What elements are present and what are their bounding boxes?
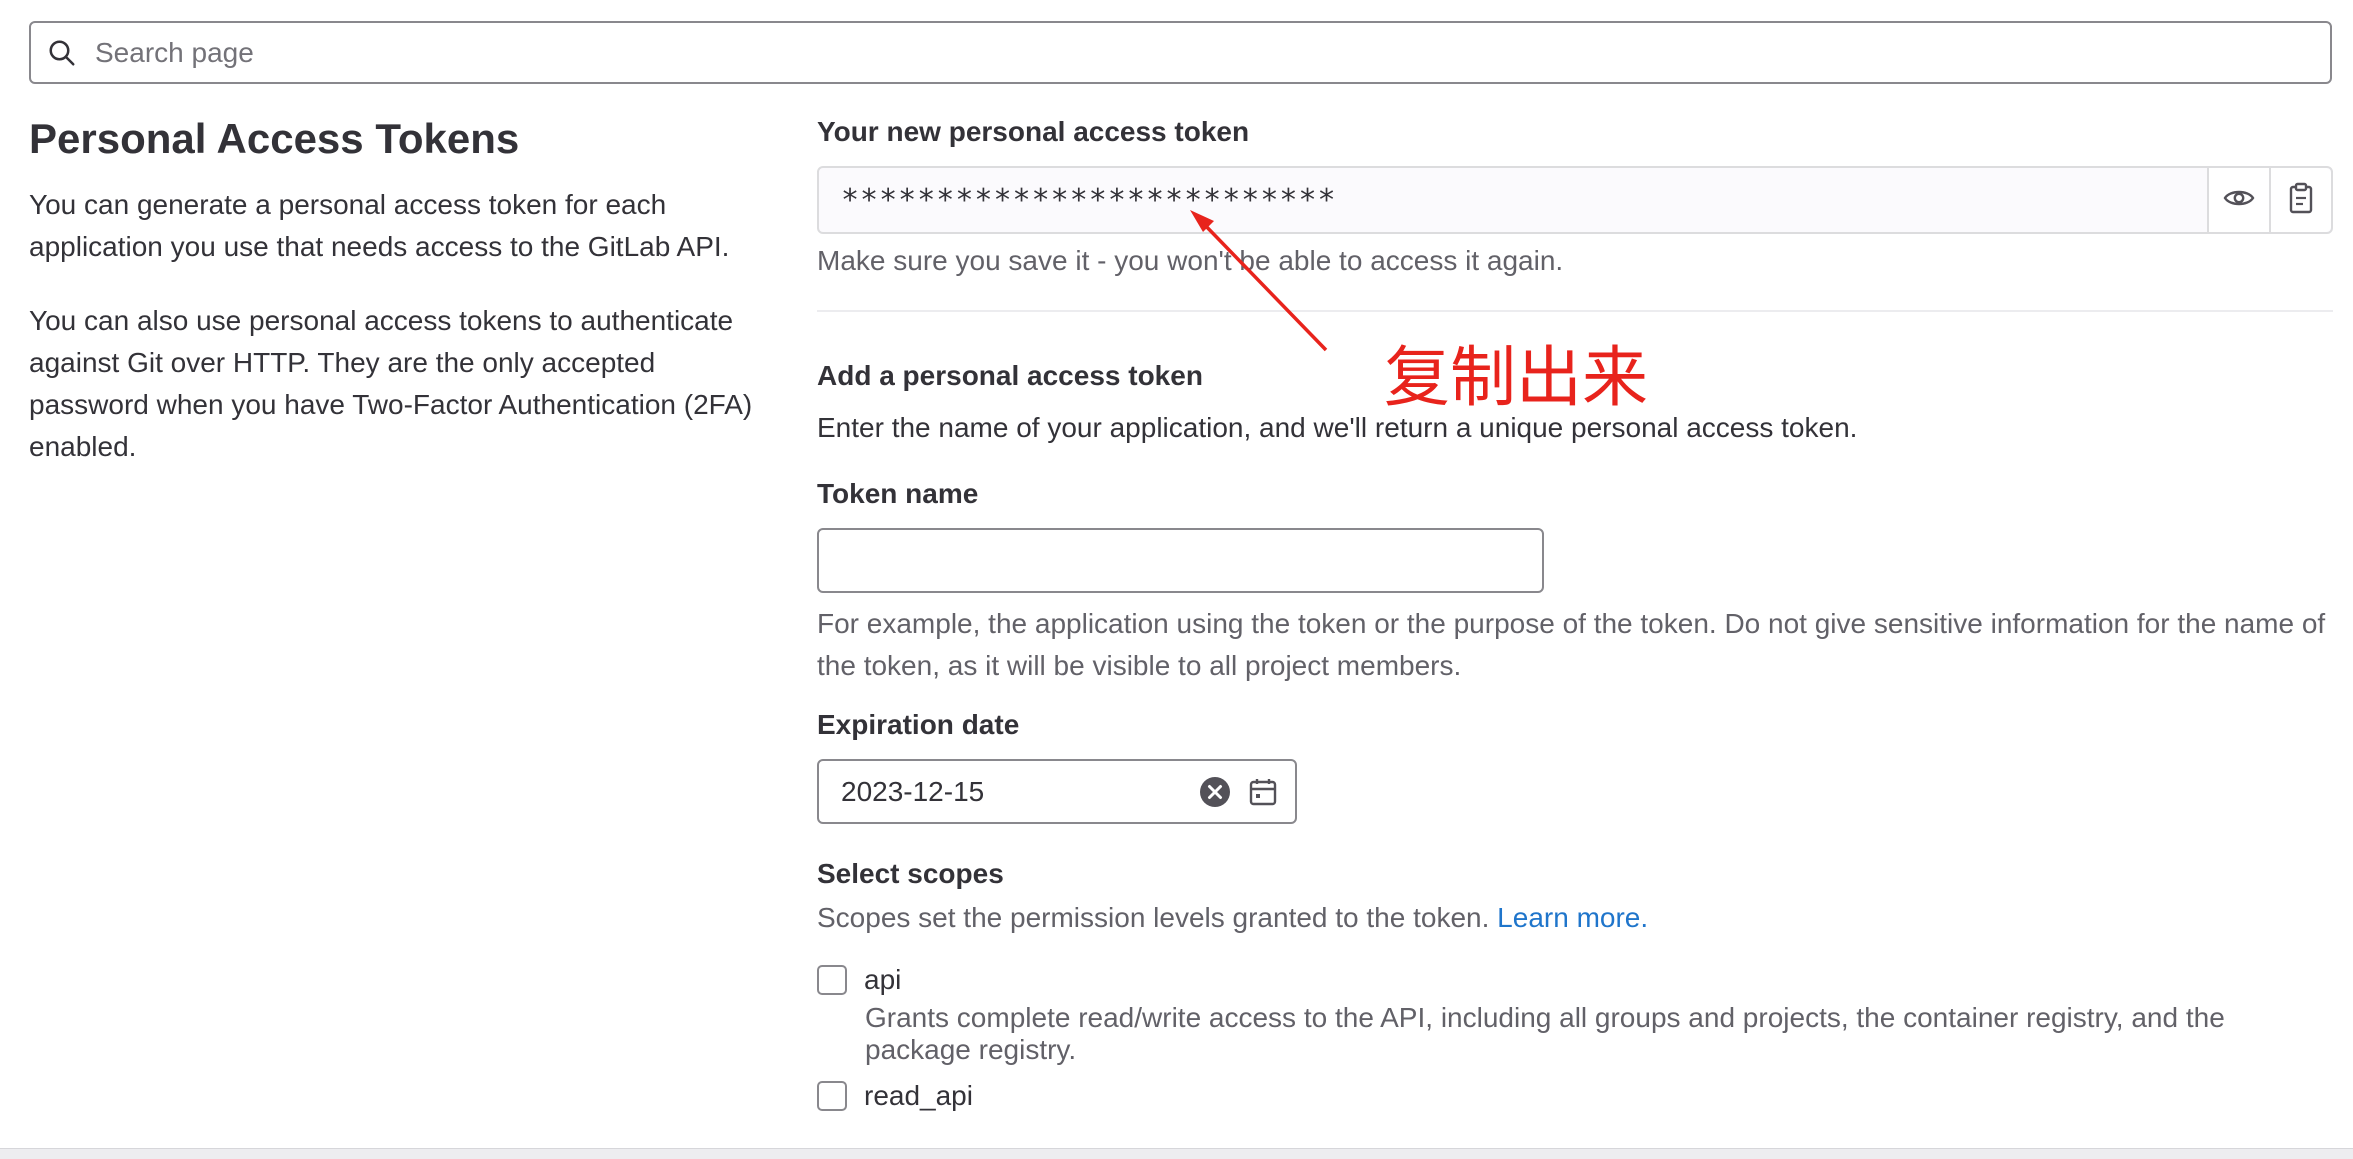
clear-icon[interactable] — [1191, 762, 1239, 822]
search-input[interactable] — [93, 23, 2330, 82]
scope-checkbox[interactable] — [817, 1081, 847, 1111]
new-token-field: ************************** — [817, 166, 2333, 234]
divider — [817, 310, 2333, 312]
auth-paragraph: You can also use personal access tokens … — [29, 305, 753, 463]
search-icon — [31, 23, 93, 82]
annotation-text: 复制出来 — [1384, 339, 1648, 416]
calendar-icon[interactable] — [1239, 762, 1287, 822]
intro-paragraph: You can generate a personal access token… — [29, 189, 730, 263]
bottom-strip — [0, 1148, 2353, 1159]
new-token-value[interactable]: ************************** — [819, 183, 2207, 218]
scope-label[interactable]: api — [864, 964, 901, 996]
scope-label[interactable]: read_api — [864, 1080, 973, 1112]
new-token-help: Make sure you save it - you won't be abl… — [817, 245, 1564, 276]
scope-description: Grants complete read/write access to the… — [865, 1002, 2225, 1065]
copy-token-button[interactable] — [2269, 168, 2331, 232]
scopes-description-text: Scopes set the permission levels granted… — [817, 902, 1490, 933]
token-name-label: Token name — [817, 478, 979, 509]
scope-checkbox[interactable] — [817, 965, 847, 995]
learn-more-link[interactable]: Learn more. — [1497, 902, 1648, 933]
token-name-input[interactable] — [817, 528, 1544, 593]
scope-item[interactable]: read_api — [817, 1080, 2333, 1112]
description-column: Personal Access Tokens You can generate … — [29, 114, 769, 500]
scopes-description: Scopes set the permission levels granted… — [817, 898, 2333, 938]
scopes-heading: Select scopes — [817, 858, 1004, 889]
reveal-token-button[interactable] — [2207, 168, 2269, 232]
page-title: Personal Access Tokens — [29, 115, 520, 162]
new-token-label: Your new personal access token — [817, 116, 1250, 147]
search-bar[interactable] — [29, 21, 2332, 84]
scope-item[interactable]: api — [817, 964, 2333, 996]
token-name-help: For example, the application using the t… — [817, 608, 2326, 681]
clipboard-icon — [2288, 182, 2314, 219]
eye-icon — [2223, 187, 2255, 214]
expiration-date-field[interactable]: 2023-12-15 — [817, 759, 1297, 824]
page: Personal Access Tokens You can generate … — [0, 0, 2353, 1159]
expiration-label: Expiration date — [817, 709, 1020, 740]
form-column: Your new personal access token *********… — [817, 112, 2333, 1112]
expiration-date-value[interactable]: 2023-12-15 — [819, 776, 1191, 808]
